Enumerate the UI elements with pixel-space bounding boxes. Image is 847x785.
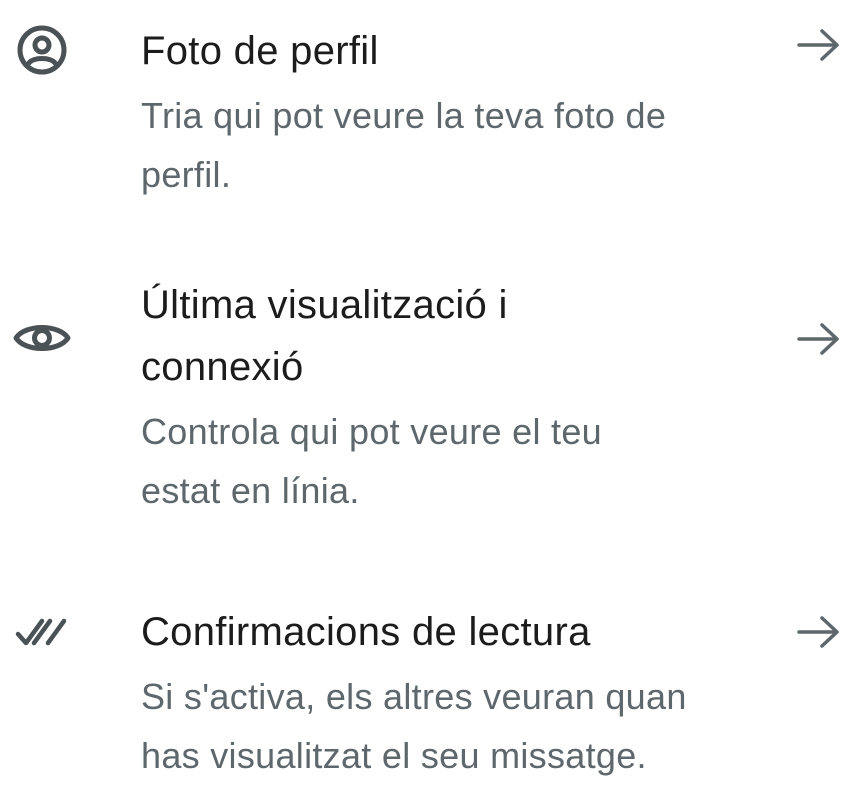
item-description: Controla qui pot veure el teu estat en l… xyxy=(141,411,602,511)
privacy-item-last-seen[interactable]: Última visualització i connexió Controla… xyxy=(0,274,847,524)
profile-circle-icon xyxy=(12,20,72,80)
item-description: Tria qui pot veure la teva foto de perfi… xyxy=(141,95,667,195)
privacy-item-read-receipts[interactable]: Confirmacions de lectura Si s'activa, el… xyxy=(0,601,847,776)
double-check-icon xyxy=(12,602,72,662)
arrow-right-icon xyxy=(794,607,844,657)
arrow-right-icon xyxy=(794,20,844,70)
item-title: Última visualització i connexió xyxy=(141,283,508,389)
item-title: Foto de perfil xyxy=(141,29,379,73)
item-title: Confirmacions de lectura xyxy=(141,610,591,654)
arrow-right-icon xyxy=(794,314,844,364)
eye-icon xyxy=(12,308,72,368)
item-description: Si s'activa, els altres veuran quan has … xyxy=(141,676,687,776)
privacy-item-profile-photo[interactable]: Foto de perfil Tria qui pot veure la tev… xyxy=(0,12,847,195)
